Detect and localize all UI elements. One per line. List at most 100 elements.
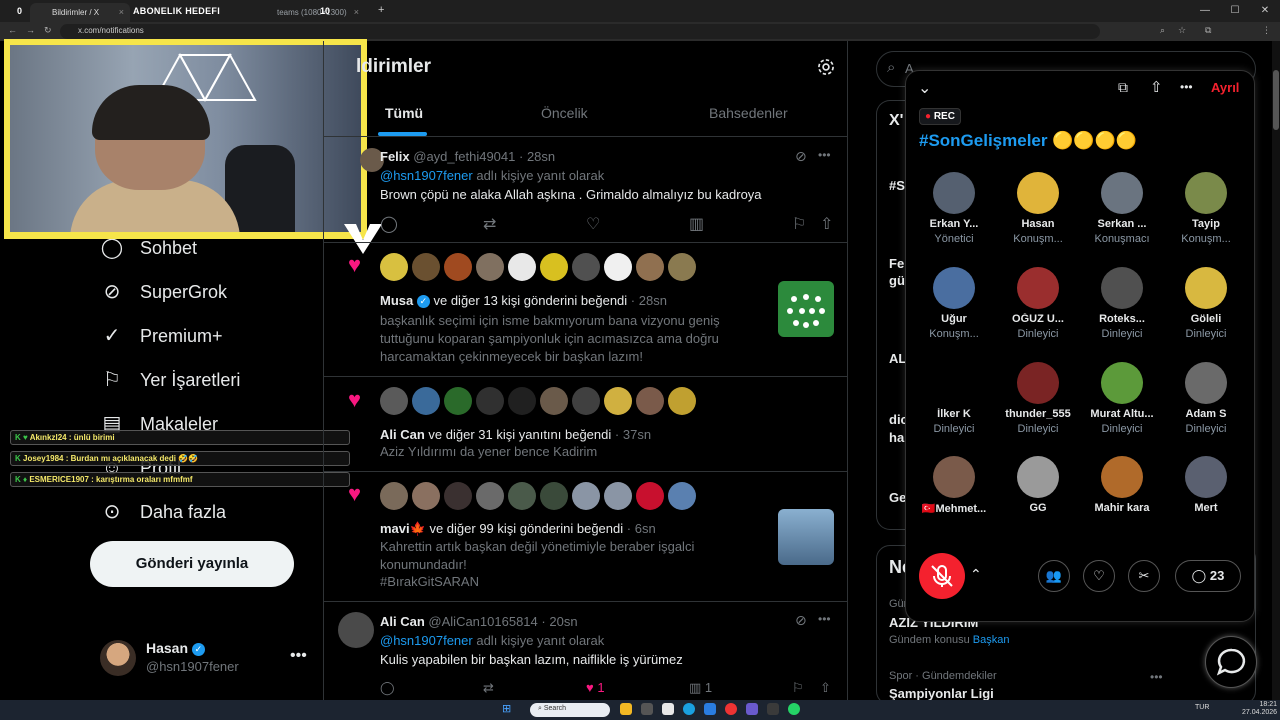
dock-icon[interactable]: ⧉ xyxy=(1118,79,1128,96)
avatar[interactable] xyxy=(572,253,600,281)
whatsapp-icon[interactable] xyxy=(788,703,800,715)
edge-icon[interactable] xyxy=(683,703,695,715)
trend-title[interactable]: Şampiyonlar Ligi xyxy=(889,686,994,701)
avatar[interactable] xyxy=(668,387,696,415)
app-icon[interactable] xyxy=(662,703,674,715)
reload-icon[interactable]: ↻ xyxy=(44,25,52,36)
post-button[interactable]: Gönderi yayınla xyxy=(90,541,294,587)
hashtag[interactable]: #BırakGitSARAN xyxy=(380,573,479,591)
trend-partial[interactable]: Ge xyxy=(889,490,906,505)
scrollbar[interactable] xyxy=(1272,41,1280,700)
messages-button[interactable] xyxy=(1205,636,1257,688)
trend-partial[interactable]: ha xyxy=(889,430,904,445)
tab-all[interactable]: Tümü xyxy=(385,105,423,121)
windows-start-icon[interactable]: ⊞ xyxy=(502,702,511,715)
avatar[interactable] xyxy=(668,253,696,281)
space-participant[interactable]: 🇹🇷Mehmet... xyxy=(912,456,996,518)
more-icon[interactable]: ••• xyxy=(818,148,831,162)
space-participant[interactable]: Göleli Dinleyici xyxy=(1164,267,1248,340)
mic-muted-button[interactable] xyxy=(919,553,965,599)
sidebar-item-premium[interactable]: ✓ Premium+ xyxy=(100,324,223,348)
avatar[interactable] xyxy=(540,387,568,415)
new-tab-icon[interactable]: + xyxy=(378,4,384,16)
minimize-icon[interactable]: — xyxy=(1190,0,1220,22)
avatar[interactable] xyxy=(636,482,664,510)
avatar[interactable] xyxy=(380,253,408,281)
avatar[interactable] xyxy=(636,253,664,281)
space-participant[interactable]: Mert xyxy=(1164,456,1248,517)
extensions-icon[interactable]: ⧉ xyxy=(1205,25,1211,36)
space-participant[interactable]: Uğur Konuşm... xyxy=(912,267,996,340)
liked-icon[interactable]: ♥ 1 xyxy=(586,680,605,695)
back-icon[interactable]: ← xyxy=(8,25,17,35)
share-space-icon[interactable]: ⇧ xyxy=(1150,78,1163,96)
avatar[interactable] xyxy=(604,253,632,281)
avatar[interactable] xyxy=(604,387,632,415)
browser-tab[interactable]: teams (1080×1300) × xyxy=(255,3,365,22)
account-name[interactable]: Hasan ✓ xyxy=(146,640,205,656)
retweet-icon[interactable]: ⇄ xyxy=(483,214,496,234)
reply-icon[interactable]: ◯ xyxy=(380,680,395,696)
close-tab-icon[interactable]: × xyxy=(119,7,124,17)
avatar[interactable] xyxy=(380,387,408,415)
close-window-icon[interactable]: ✕ xyxy=(1250,0,1280,22)
avatar[interactable] xyxy=(380,482,408,510)
app-icon[interactable] xyxy=(641,703,653,715)
close-tab-icon[interactable]: × xyxy=(354,7,359,17)
space-participant[interactable]: Tayip Konuşm... xyxy=(1164,172,1248,245)
avatar[interactable] xyxy=(572,387,600,415)
settings-gear-icon[interactable] xyxy=(816,57,836,77)
forward-icon[interactable]: → xyxy=(26,25,35,35)
space-participant[interactable]: OĞUZ U... Dinleyici xyxy=(996,267,1080,340)
avatar[interactable] xyxy=(444,482,472,510)
participants-button[interactable]: 👥 xyxy=(1038,560,1070,592)
avatar[interactable] xyxy=(476,387,504,415)
more-icon[interactable]: ••• xyxy=(818,612,831,626)
grok-icon[interactable]: ⊘ xyxy=(795,612,807,629)
grok-icon[interactable]: ⊘ xyxy=(795,148,807,165)
scrollbar-thumb[interactable] xyxy=(1273,70,1279,130)
avatar[interactable] xyxy=(412,253,440,281)
avatar[interactable] xyxy=(572,482,600,510)
zoom-icon[interactable]: ⌕ xyxy=(1160,25,1165,36)
retweet-icon[interactable]: ⇄ xyxy=(483,680,494,696)
space-participant[interactable]: Roteks... Dinleyici xyxy=(1080,267,1164,340)
space-participant[interactable]: Mahir kara xyxy=(1080,456,1164,517)
avatar[interactable] xyxy=(508,482,536,510)
avatar[interactable] xyxy=(100,640,136,676)
react-button[interactable]: ♡ xyxy=(1083,560,1115,592)
space-more-icon[interactable]: ••• xyxy=(1180,80,1193,94)
space-participant[interactable]: Murat Altu... Dinleyici xyxy=(1080,362,1164,435)
space-participant[interactable]: thunder_555 Dinleyici xyxy=(996,362,1080,435)
comments-button[interactable]: ◯ 23 xyxy=(1175,560,1241,592)
avatar[interactable] xyxy=(476,482,504,510)
avatar[interactable] xyxy=(540,253,568,281)
taskbar-search[interactable]: ⌕ Search xyxy=(530,703,610,717)
account-more-icon[interactable]: ••• xyxy=(290,647,307,665)
space-participant[interactable]: Serkan ... Konuşmacı xyxy=(1080,172,1164,245)
space-participant[interactable]: İlker K Dinleyici xyxy=(912,362,996,435)
sidebar-item-supergrok[interactable]: ⊘ SuperGrok xyxy=(100,280,227,304)
sidebar-item-chat[interactable]: ◯ Sohbet xyxy=(100,236,197,260)
post-thumbnail[interactable] xyxy=(778,509,834,565)
avatar[interactable] xyxy=(444,387,472,415)
avatar[interactable] xyxy=(668,482,696,510)
avatar[interactable] xyxy=(508,387,536,415)
collapse-space-icon[interactable]: ⌄ xyxy=(918,78,931,98)
bookmark-icon[interactable]: ⚐ xyxy=(792,680,804,696)
space-participant[interactable]: Erkan Y... Yönetici xyxy=(912,172,996,245)
trend-partial[interactable]: Fe xyxy=(889,256,904,271)
file-explorer-icon[interactable] xyxy=(620,703,632,715)
space-participant[interactable]: Adam S Dinleyici xyxy=(1164,362,1248,435)
trend-partial[interactable]: gü xyxy=(889,273,905,288)
expand-chevron-icon[interactable]: ⌃ xyxy=(970,566,982,583)
leave-space-button[interactable]: Ayrıl xyxy=(1211,80,1239,95)
browser-tab[interactable]: Bildirimler / X × xyxy=(30,3,130,22)
maximize-icon[interactable]: ☐ xyxy=(1220,0,1250,22)
browser-menu-icon[interactable]: ⋮ xyxy=(1262,25,1271,36)
trend-partial[interactable]: AL xyxy=(889,351,906,366)
sidebar-item-more[interactable]: ⊙ Daha fazla xyxy=(100,500,226,524)
star-icon[interactable]: ☆ xyxy=(1178,25,1186,36)
reply-icon[interactable]: ◯ xyxy=(380,214,398,234)
share-icon[interactable]: ⇧ xyxy=(820,214,833,234)
